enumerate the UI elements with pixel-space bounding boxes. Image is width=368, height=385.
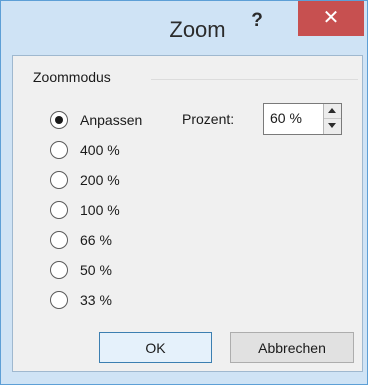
option-anpassen[interactable]: Anpassen [50, 111, 190, 133]
percent-input[interactable]: 60 % [270, 110, 302, 126]
option-400[interactable]: 400 % [50, 141, 150, 163]
option-200-label: 200 % [80, 172, 120, 188]
radio-100[interactable] [50, 201, 68, 219]
percent-label: Prozent: [182, 111, 235, 127]
zoom-dialog-window: Zoom ? ✕ Zoommodus Anpassen Prozent: 60 … [0, 0, 368, 385]
spin-up-button[interactable] [324, 104, 341, 119]
radio-66[interactable] [50, 231, 68, 249]
option-400-label: 400 % [80, 142, 120, 158]
option-100[interactable]: 100 % [50, 201, 150, 223]
radio-anpassen[interactable] [50, 111, 68, 129]
option-50[interactable]: 50 % [50, 261, 150, 283]
cancel-button[interactable]: Abbrechen [230, 332, 354, 363]
option-66-label: 66 % [80, 232, 112, 248]
zoom-mode-group-label: Zoommodus [33, 69, 117, 85]
option-33-label: 33 % [80, 292, 112, 308]
radio-33[interactable] [50, 291, 68, 309]
close-button[interactable]: ✕ [298, 1, 364, 36]
radio-400[interactable] [50, 141, 68, 159]
option-33[interactable]: 33 % [50, 291, 150, 313]
arrow-up-icon [328, 108, 336, 113]
spin-down-button[interactable] [324, 119, 341, 133]
group-divider [151, 79, 358, 80]
title-bar: Zoom ? ✕ [1, 1, 367, 54]
option-66[interactable]: 66 % [50, 231, 150, 253]
help-button[interactable]: ? [242, 9, 272, 35]
radio-200[interactable] [50, 171, 68, 189]
option-200[interactable]: 200 % [50, 171, 150, 193]
option-100-label: 100 % [80, 202, 120, 218]
radio-50[interactable] [50, 261, 68, 279]
ok-button[interactable]: OK [99, 332, 212, 363]
arrow-down-icon [328, 123, 336, 128]
option-anpassen-label: Anpassen [80, 112, 143, 128]
close-icon: ✕ [322, 7, 340, 29]
spin-buttons [323, 104, 341, 134]
dialog-client-area: Zoommodus Anpassen Prozent: 60 % 400 % 2… [12, 55, 363, 372]
percent-spinbox[interactable]: 60 % [263, 103, 342, 135]
option-50-label: 50 % [80, 262, 112, 278]
